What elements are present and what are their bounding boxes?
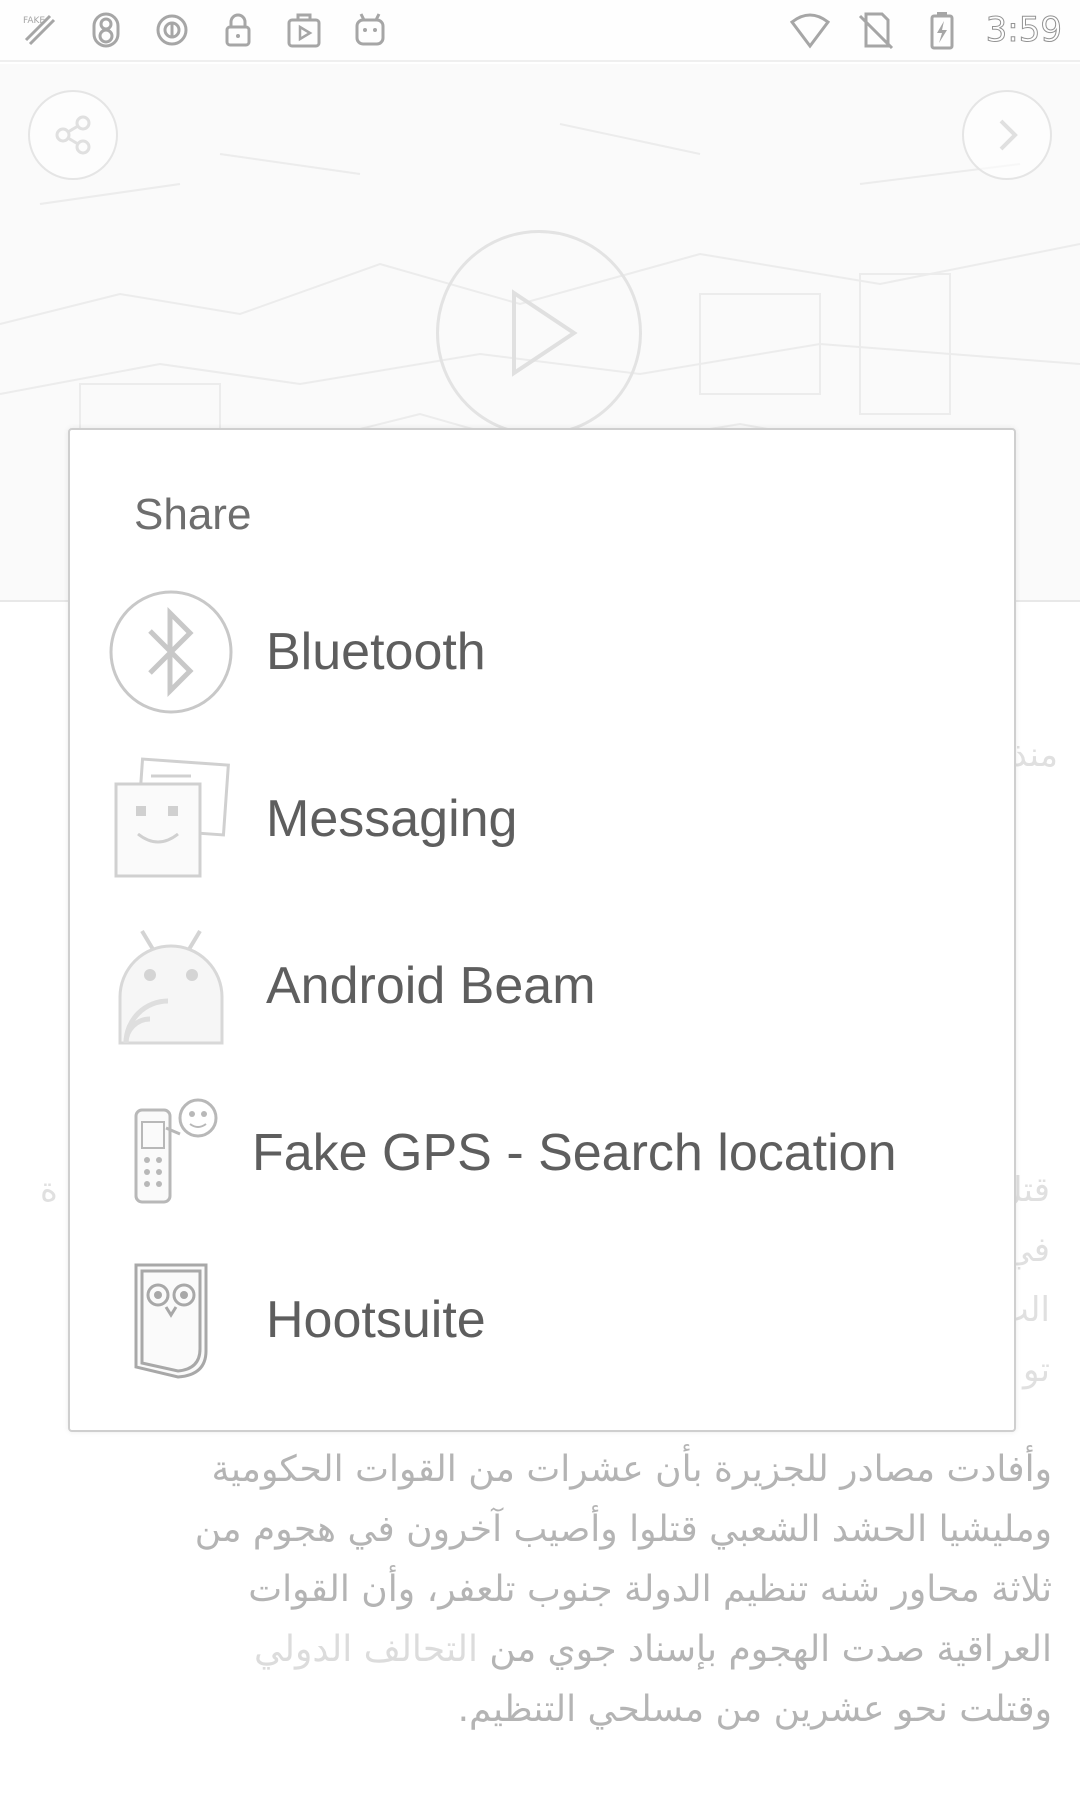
share-item-label: Messaging [266, 790, 518, 848]
bluetooth-icon [106, 587, 236, 717]
share-item-label: Android Beam [266, 957, 596, 1015]
fake-gps-app-icon [106, 1088, 236, 1218]
share-item-label: Bluetooth [266, 623, 486, 681]
android-beam-icon [106, 921, 236, 1051]
share-item-bluetooth[interactable]: Bluetooth [70, 572, 1014, 732]
hootsuite-owl-icon [106, 1255, 236, 1385]
share-item-label: Hootsuite [266, 1291, 486, 1349]
share-item-android-beam[interactable]: Android Beam [70, 906, 1014, 1066]
share-item-messaging[interactable]: Messaging [70, 739, 1014, 899]
dialog-title: Share [134, 490, 252, 539]
share-item-fake-gps[interactable]: Fake GPS - Search location [70, 1073, 1014, 1233]
share-item-hootsuite[interactable]: Hootsuite [70, 1240, 1014, 1400]
share-item-label: Fake GPS - Search location [252, 1124, 897, 1182]
messaging-icon [106, 754, 236, 884]
share-dialog: Share Bluetooth Messaging Android Beam F… [68, 428, 1016, 1432]
